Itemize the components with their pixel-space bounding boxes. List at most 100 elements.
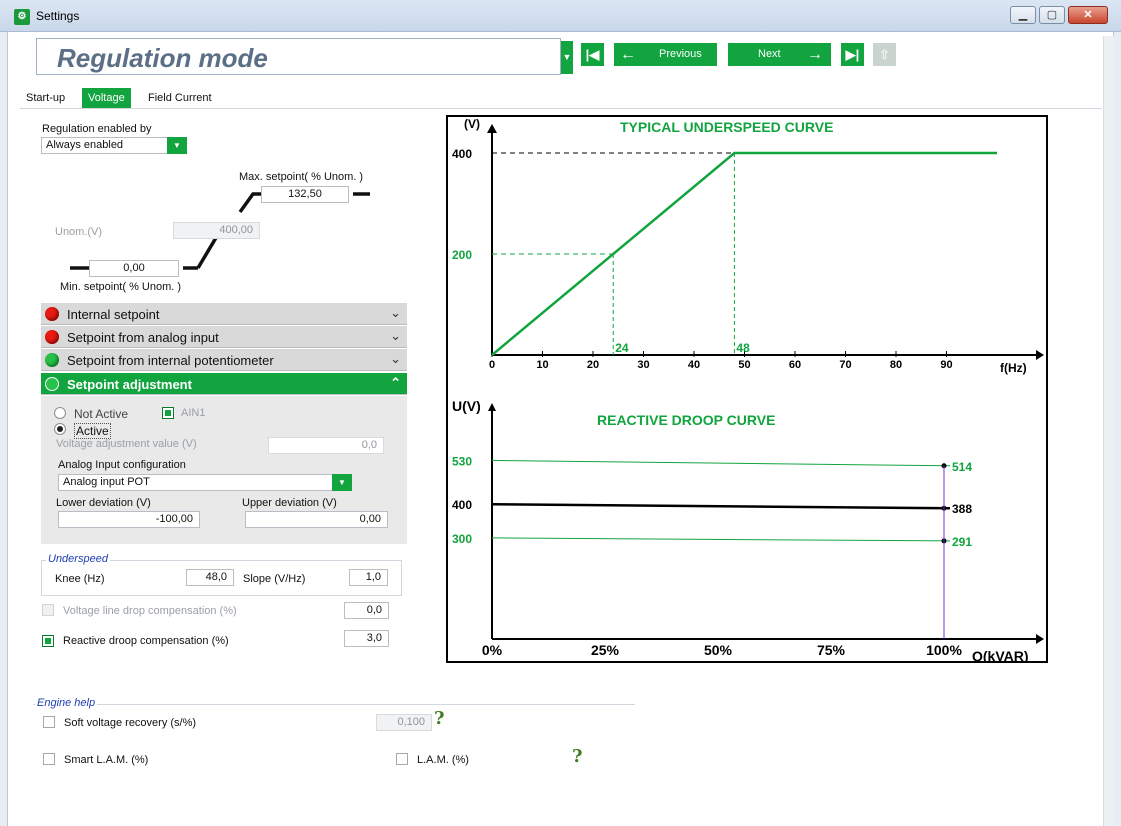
- chart1-y-arrow: [487, 124, 497, 133]
- min-setpoint-field[interactable]: 0,00: [89, 260, 179, 277]
- accordion-setpoint-analog[interactable]: Setpoint from analog input ⌄: [41, 326, 407, 348]
- line-drop-field[interactable]: 0,0: [344, 602, 389, 619]
- chart2-series-line: [491, 459, 951, 467]
- engine-help-legend: Engine help: [35, 697, 98, 709]
- smart-lam-checkbox[interactable]: [43, 753, 55, 765]
- chart2-left-label: 300: [452, 532, 472, 546]
- first-page-icon[interactable]: |◀: [581, 43, 604, 66]
- help-icon[interactable]: ?: [434, 708, 445, 729]
- not-active-radio[interactable]: [54, 407, 66, 419]
- engine-help-divider: [33, 704, 635, 705]
- underspeed-legend: Underspeed: [46, 553, 110, 565]
- chart1-x-tick-label: 0: [489, 359, 495, 371]
- title-bar: ⚙ Settings ▁ ▢ ✕: [0, 0, 1121, 32]
- slope-label: Slope (V/Hz): [243, 573, 306, 585]
- lam-checkbox[interactable]: [396, 753, 408, 765]
- regulation-enabled-select[interactable]: Always enabled ▼: [41, 137, 187, 154]
- tab-start-up[interactable]: Start-up: [20, 88, 71, 108]
- analog-input-config-label: Analog Input configuration: [58, 459, 186, 471]
- chart2-left-label: 400: [452, 498, 472, 512]
- help-icon[interactable]: ?: [572, 746, 583, 767]
- slope-field[interactable]: 1,0: [349, 569, 388, 586]
- chart1-x-tick-label: 60: [789, 359, 801, 371]
- status-red-icon: [45, 330, 59, 344]
- smart-lam-label: Smart L.A.M. (%): [64, 754, 149, 766]
- chart1-x-tick-label: 70: [839, 359, 851, 371]
- chart1-x-tick-label: 50: [738, 359, 750, 371]
- max-setpoint-label: Max. setpoint( % Unom. ): [239, 171, 364, 183]
- accordion-label: Setpoint from internal potentiometer: [67, 353, 274, 368]
- reactive-droop-field[interactable]: 3,0: [344, 630, 389, 647]
- vertical-scrollbar[interactable]: [1103, 36, 1114, 826]
- chart1-y-tick-label: 400: [452, 147, 472, 161]
- chart2-x-tick-label: 0%: [482, 642, 503, 658]
- mode-dropdown-icon[interactable]: ▼: [561, 41, 573, 74]
- reactive-droop-checkbox[interactable]: [42, 635, 54, 647]
- accordion-setpoint-adjustment[interactable]: Setpoint adjustment ⌃: [41, 373, 407, 395]
- tab-field-current[interactable]: Field Current: [142, 88, 218, 108]
- soft-recovery-field: 0,100: [376, 714, 432, 731]
- chart2-right-label: 514: [952, 460, 972, 474]
- last-page-icon[interactable]: ▶|: [841, 43, 864, 66]
- upper-deviation-label: Upper deviation (V): [242, 497, 337, 509]
- chart2-x-tick-label: 50%: [704, 642, 733, 658]
- accordion-label: Setpoint from analog input: [67, 330, 219, 345]
- analog-input-config-value: Analog input POT: [63, 476, 150, 488]
- chevron-down-icon: ⌄: [390, 351, 401, 366]
- upper-deviation-field[interactable]: 0,00: [245, 511, 388, 528]
- chart1-title: TYPICAL UNDERSPEED CURVE: [620, 119, 833, 135]
- unom-field: 400,00: [173, 222, 260, 239]
- close-icon[interactable]: ✕: [1068, 6, 1108, 24]
- active-radio[interactable]: [54, 423, 66, 435]
- chart1-xlabel: f(Hz): [1000, 361, 1027, 375]
- min-setpoint-label: Min. setpoint( % Unom. ): [60, 281, 182, 293]
- max-setpoint-field[interactable]: 132,50: [261, 186, 349, 203]
- chart2-left-label: 530: [452, 454, 472, 468]
- previous-button[interactable]: ← Previous: [614, 43, 717, 66]
- chart2-x-tick-label: 100%: [926, 642, 962, 658]
- mode-combo[interactable]: Regulation mode: [36, 38, 561, 75]
- settings-app-icon: ⚙: [14, 9, 30, 25]
- next-button[interactable]: Next →: [728, 43, 831, 66]
- chart2-title: REACTIVE DROOP CURVE: [597, 412, 775, 428]
- settings-window-body: Regulation mode ▼ |◀ ← Previous Next → ▶…: [7, 32, 1114, 826]
- lam-label: L.A.M. (%): [417, 754, 469, 766]
- chart1-x-tick-label: 40: [688, 359, 700, 371]
- chart1-x-arrow: [1036, 350, 1044, 360]
- accordion-label: Internal setpoint: [67, 307, 160, 322]
- soft-recovery-label: Soft voltage recovery (s/%): [64, 717, 197, 729]
- chevron-down-icon: ⌄: [390, 328, 401, 343]
- next-label: Next: [758, 48, 781, 60]
- ain1-label: AIN1: [181, 407, 206, 419]
- lower-deviation-field[interactable]: -100,00: [58, 511, 200, 528]
- arrow-left-icon: ←: [620, 46, 636, 63]
- accordion-internal-setpoint[interactable]: Internal setpoint ⌄: [41, 303, 407, 325]
- status-green-icon: [45, 377, 59, 391]
- regulation-enabled-label: Regulation enabled by: [42, 123, 152, 135]
- status-green-icon: [45, 353, 59, 367]
- chevron-down-icon: ▼: [167, 137, 187, 154]
- knee-field[interactable]: 48,0: [186, 569, 234, 586]
- accordion-setpoint-potentiometer[interactable]: Setpoint from internal potentiometer ⌄: [41, 349, 407, 371]
- upload-icon: ⇧: [873, 43, 896, 66]
- charts-frame: (V) f(Hz) TYPICAL UNDERSPEED CURVE 0 10 20 30 4…: [446, 115, 1048, 663]
- chart1-x-tick-label: 10: [536, 359, 548, 371]
- status-red-icon: [45, 307, 59, 321]
- maximize-icon[interactable]: ▢: [1039, 6, 1065, 24]
- chart1-annotation-label: 24: [615, 341, 629, 355]
- analog-input-config-select[interactable]: Analog input POT ▼: [58, 474, 352, 491]
- page-title: Regulation mode: [57, 43, 268, 73]
- minimize-icon[interactable]: ▁: [1010, 6, 1036, 24]
- charts-svg: (V) f(Hz) TYPICAL UNDERSPEED CURVE 0 10 20 30 4…: [452, 117, 1044, 663]
- tab-voltage[interactable]: Voltage: [82, 88, 131, 108]
- chart1-annotation-label: 48: [736, 341, 750, 355]
- line-drop-checkbox: [42, 604, 54, 616]
- unom-label: Unom.(V): [55, 226, 103, 238]
- chart2-right-label: 388: [952, 502, 972, 516]
- regulation-enabled-value: Always enabled: [46, 139, 124, 151]
- chevron-down-icon: ▼: [332, 474, 352, 491]
- soft-recovery-checkbox[interactable]: [43, 716, 55, 728]
- chevron-down-icon: ⌄: [390, 305, 401, 320]
- line-drop-label: Voltage line drop compensation (%): [63, 605, 237, 617]
- arrow-right-icon: →: [807, 46, 823, 63]
